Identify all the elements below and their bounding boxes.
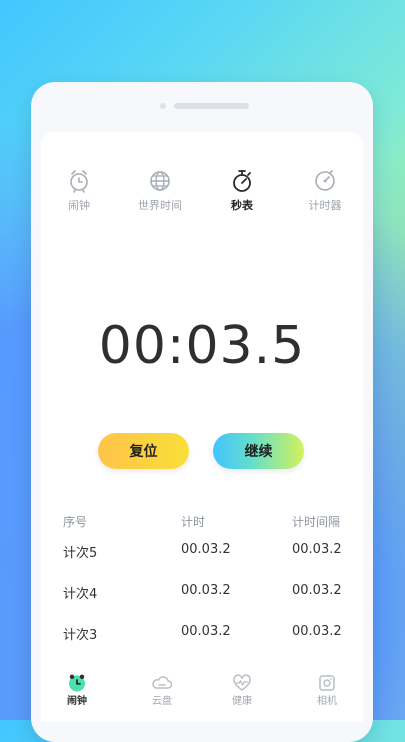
front-camera-dot (160, 103, 166, 109)
nav-item-camera[interactable]: 相机 (297, 672, 357, 707)
alarm-clock-icon (66, 672, 88, 694)
lap-time: 00.03.2 (181, 542, 231, 557)
lap-interval: 00.03.2 (292, 583, 342, 598)
tab-alarm-label: 闹钟 (68, 199, 90, 212)
alarm-icon (66, 168, 92, 194)
lap-row: 计次5 00.03.2 00.03.2 (41, 542, 363, 564)
nav-item-cloud-drive[interactable]: 云盘 (132, 672, 192, 707)
lap-interval: 00.03.2 (292, 624, 342, 639)
lap-label: 计次5 (63, 546, 98, 561)
lap-table-header: 序号 计时 计时间隔 (41, 513, 363, 531)
nav-item-health[interactable]: 健康 (212, 672, 272, 707)
cloud-drive-icon (151, 672, 173, 694)
lap-label: 计次3 (63, 628, 98, 643)
tab-stopwatch-label: 秒表 (231, 199, 253, 212)
lap-label: 计次4 (63, 587, 98, 602)
health-icon (231, 672, 253, 694)
speaker-grille (174, 103, 249, 109)
lap-header-interval: 计时间隔 (292, 515, 341, 529)
timer-icon (312, 168, 338, 194)
nav-camera-label: 相机 (317, 696, 337, 707)
lap-header-time: 计时 (181, 515, 206, 529)
reset-button[interactable]: 复位 (98, 433, 189, 469)
tab-alarm[interactable]: 闹钟 (42, 168, 116, 211)
globe-icon (147, 168, 173, 194)
lap-row: 计次3 00.03.2 00.03.2 (41, 624, 363, 646)
app-screen: 闹钟 世界时间 秒表 计时器 00:03.5 复位 继续 序号 计时 计时间隔 … (41, 132, 363, 722)
nav-item-alarm[interactable]: 闹钟 (47, 672, 107, 707)
phone-top-bar (31, 82, 373, 130)
bottom-navigation: 闹钟 云盘 健康 相机 (41, 660, 363, 722)
lap-row: 计次4 00.03.2 00.03.2 (41, 583, 363, 605)
lap-time: 00.03.2 (181, 624, 231, 639)
tab-world-time[interactable]: 世界时间 (123, 168, 197, 211)
tab-stopwatch[interactable]: 秒表 (205, 168, 279, 211)
nav-alarm-label: 闹钟 (67, 696, 87, 707)
tab-world-time-label: 世界时间 (138, 199, 182, 212)
tab-timer-label: 计时器 (308, 199, 342, 212)
lap-time: 00.03.2 (181, 583, 231, 598)
top-tab-bar: 闹钟 世界时间 秒表 计时器 (41, 168, 363, 220)
tab-timer[interactable]: 计时器 (288, 168, 362, 211)
stopwatch-time-display: 00:03.5 (98, 316, 306, 376)
camera-icon (316, 672, 338, 694)
continue-button[interactable]: 继续 (213, 433, 304, 469)
stopwatch-icon (229, 168, 255, 194)
lap-header-index: 序号 (63, 515, 88, 529)
nav-cloud-drive-label: 云盘 (152, 696, 172, 707)
nav-health-label: 健康 (232, 696, 252, 707)
phone-mockup: 闹钟 世界时间 秒表 计时器 00:03.5 复位 继续 序号 计时 计时间隔 … (31, 82, 373, 742)
lap-interval: 00.03.2 (292, 542, 342, 557)
